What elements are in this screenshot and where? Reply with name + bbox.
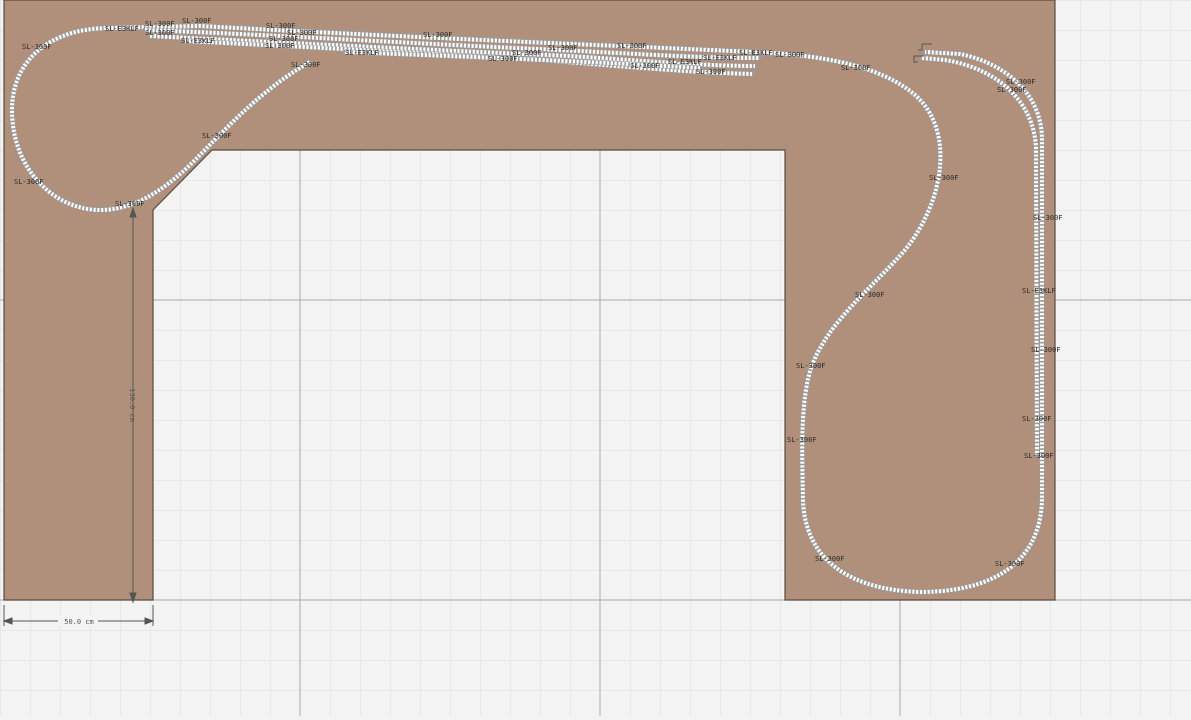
track-label[interactable]: SL-E3KLF xyxy=(181,37,215,45)
track-label[interactable]: SL-300F xyxy=(696,68,726,76)
track-label[interactable]: SL-300F xyxy=(202,132,232,140)
track-label[interactable]: SL-300F xyxy=(423,31,453,39)
dimension-height-label: 130.0 cm xyxy=(128,388,136,422)
track-label[interactable]: SL-300F xyxy=(630,62,660,70)
track-label[interactable]: SL-300F xyxy=(787,436,817,444)
track-label[interactable]: SL-300F xyxy=(929,174,959,182)
track-label[interactable]: SL-E3KLF xyxy=(105,25,139,33)
track-label[interactable]: SL-E3KLF xyxy=(1022,287,1056,295)
track-label[interactable]: SL-300F xyxy=(1006,78,1036,86)
track-label[interactable]: SL-E3KLF xyxy=(345,49,379,57)
track-label[interactable]: SL-E3KLF xyxy=(703,54,737,62)
track-label[interactable]: SL-300F xyxy=(995,560,1025,568)
track-label[interactable]: SL-300F xyxy=(1033,214,1063,222)
track-label[interactable]: SL-300F xyxy=(775,51,805,59)
track-label[interactable]: SL-300F xyxy=(1022,415,1052,423)
track-label[interactable]: SL-300F xyxy=(617,42,647,50)
layout-drawing[interactable]: 130.0 cm 50.0 cm SL-300F SL-E3KLF SL-300… xyxy=(0,0,1191,716)
track-label[interactable]: SL-300F xyxy=(796,362,826,370)
track-label[interactable]: SL-300F xyxy=(145,20,175,28)
track-label[interactable]: SL-300F xyxy=(1031,346,1061,354)
dimension-width-label: 50.0 cm xyxy=(64,618,94,626)
track-label[interactable]: SL-300F xyxy=(115,200,145,208)
track-label[interactable]: SL-300F xyxy=(997,86,1027,94)
track-label[interactable]: SL-300F xyxy=(815,555,845,563)
track-label[interactable]: SL-E3KLF xyxy=(668,58,702,66)
track-label[interactable]: SL-300F xyxy=(22,43,52,51)
track-label[interactable]: SL-300F xyxy=(291,61,321,69)
track-label[interactable]: SL-300F xyxy=(548,44,578,52)
track-label[interactable]: SL-300F xyxy=(855,291,885,299)
track-label[interactable]: SL-300F xyxy=(182,17,212,25)
layout-canvas[interactable]: 130.0 cm 50.0 cm SL-300F SL-E3KLF SL-300… xyxy=(0,0,1191,716)
track-label[interactable]: SL-300F xyxy=(265,42,295,50)
track-label[interactable]: SL-E3KLF xyxy=(739,49,773,57)
track-label[interactable]: SL-300F xyxy=(488,55,518,63)
track-label[interactable]: SL-300F xyxy=(14,178,44,186)
track-label[interactable]: SL-300F xyxy=(1024,452,1054,460)
track-label[interactable]: SL-300F xyxy=(145,29,175,37)
track-label[interactable]: SL-300F xyxy=(841,64,871,72)
